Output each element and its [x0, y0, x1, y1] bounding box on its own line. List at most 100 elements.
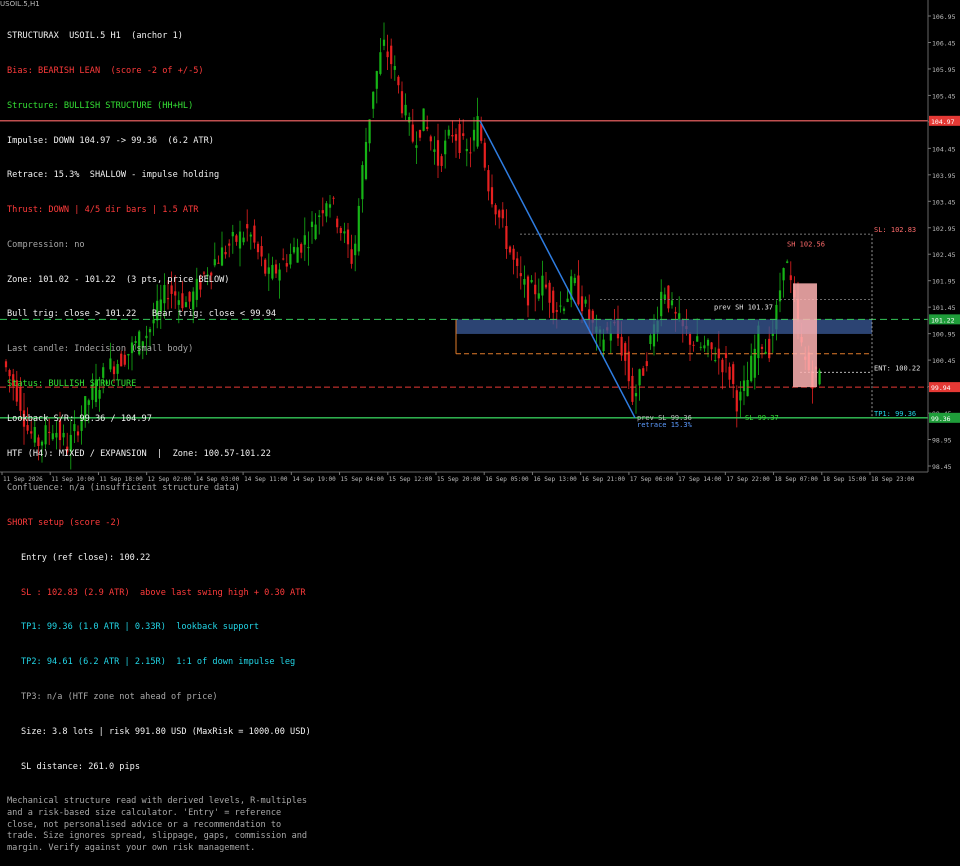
candle [444, 129, 447, 169]
candle [789, 261, 792, 293]
time-tick-label: 16 Sep 13:00 [533, 476, 577, 483]
candle [411, 108, 414, 144]
candle [357, 198, 360, 256]
price-tick-label: 102.95 [932, 225, 956, 233]
price-tick-label: 102.45 [932, 251, 956, 259]
candle [339, 226, 342, 241]
candle [400, 81, 404, 118]
candle [354, 235, 357, 272]
candle [397, 75, 400, 94]
panel-disclaimer: Mechanical structure read with derived l… [7, 796, 308, 853]
price-tag-label: 99.94 [931, 384, 951, 392]
candle [519, 256, 522, 290]
candle [742, 365, 746, 406]
structurax-info-panel: STRUCTURAX USOIL.5 H1 (anchor 1) Bias: B… [7, 8, 337, 866]
candle [584, 296, 587, 308]
candle [361, 161, 364, 213]
candle [760, 343, 764, 359]
candle [501, 202, 504, 228]
panel-tp1: TP1: 99.36 (1.0 ATR | 0.33R) lookback su… [21, 622, 259, 633]
candle [498, 208, 501, 229]
candle [487, 164, 490, 201]
panel-entry: Entry (ref close): 100.22 [21, 552, 151, 563]
time-tick-label: 15 Sep 04:00 [341, 476, 385, 483]
panel-confluence: Confluence: n/a (insufficient structure … [7, 483, 240, 494]
candle [458, 118, 461, 159]
candle [422, 108, 425, 132]
candle [710, 341, 713, 361]
price-tick-label: 100.45 [932, 357, 956, 365]
candle [732, 361, 735, 398]
time-tick-label: 18 Sep 23:00 [871, 476, 915, 483]
candle [382, 22, 386, 51]
candle [627, 336, 630, 389]
panel-lookback: Lookback S/R: 99.36 / 104.97 [7, 413, 152, 424]
candle [404, 93, 407, 120]
candle [375, 70, 378, 104]
panel-htf: HTF (H4): MIXED / EXPANSION | Zone: 100.… [7, 448, 271, 459]
price-tick-label: 98.95 [932, 437, 952, 445]
panel-structure: Structure: BULLISH STRUCTURE (HH+HL) [7, 100, 194, 111]
sl-label: SL: 102.83 [874, 226, 916, 234]
candle [750, 343, 753, 383]
candle [516, 251, 519, 279]
candle [778, 272, 782, 313]
candle [454, 128, 458, 158]
candle [346, 222, 350, 259]
candle [408, 112, 411, 136]
candle [440, 153, 443, 172]
candle [667, 285, 670, 313]
candle [512, 245, 515, 275]
candle [764, 338, 767, 355]
candle [753, 334, 756, 390]
panel-header: STRUCTURAX USOIL.5 H1 (anchor 1) [7, 31, 183, 42]
panel-status: Status: BULLISH STRUCTURE [7, 379, 137, 389]
candle [530, 275, 533, 284]
price-tick-label: 103.45 [932, 198, 956, 206]
time-tick-label: 16 Sep 21:00 [582, 476, 626, 483]
time-tick-label: 18 Sep 07:00 [775, 476, 819, 483]
candle [703, 335, 706, 352]
candle [624, 341, 627, 376]
candle [670, 292, 674, 309]
panel-size: Size: 3.8 lots | risk 991.80 USD (MaxRis… [21, 726, 311, 737]
panel-setup: SHORT setup (score -2) [7, 518, 121, 529]
sl2-label: SL 99.37 [745, 414, 779, 422]
candle [678, 296, 681, 322]
price-tag-label: 99.36 [931, 415, 951, 423]
candle [447, 125, 450, 139]
candle [534, 272, 537, 312]
candle [548, 280, 551, 318]
entry-label: ENT: 100.22 [874, 364, 920, 372]
candle [526, 274, 530, 318]
candle [472, 117, 476, 152]
candle [372, 91, 375, 119]
candle [782, 267, 785, 298]
candle [523, 265, 526, 298]
price-tick-label: 101.95 [932, 278, 956, 286]
candle [706, 338, 710, 358]
panel-sl-distance: SL distance: 261.0 pips [21, 761, 140, 772]
candle [494, 203, 497, 226]
candle [699, 342, 702, 351]
price-tick-label: 100.95 [932, 331, 956, 339]
panel-thrust: Thrust: DOWN | 4/5 dir bars | 1.5 ATR [7, 205, 199, 216]
candle [418, 129, 422, 142]
candle [429, 134, 432, 151]
candle [663, 287, 666, 304]
candle [537, 278, 540, 302]
panel-zone: Zone: 101.02 - 101.22 (3 pts, price BELO… [7, 274, 230, 285]
candle [735, 385, 738, 428]
panel-triggers: Bull trig: close > 101.22 Bear trig: clo… [7, 309, 277, 320]
candle [818, 368, 821, 386]
candle [724, 345, 728, 373]
time-tick-label: 17 Sep 14:00 [678, 476, 722, 483]
candle [721, 357, 724, 390]
price-tick-label: 104.45 [932, 145, 956, 153]
price-axis: 106.95106.45105.95105.45104.95104.45103.… [927, 0, 960, 472]
candle [570, 269, 573, 308]
candle [739, 381, 742, 418]
candle [490, 174, 494, 208]
panel-retrace: Retrace: 15.3% SHALLOW - impulse holding [7, 170, 220, 181]
candle [645, 352, 648, 372]
